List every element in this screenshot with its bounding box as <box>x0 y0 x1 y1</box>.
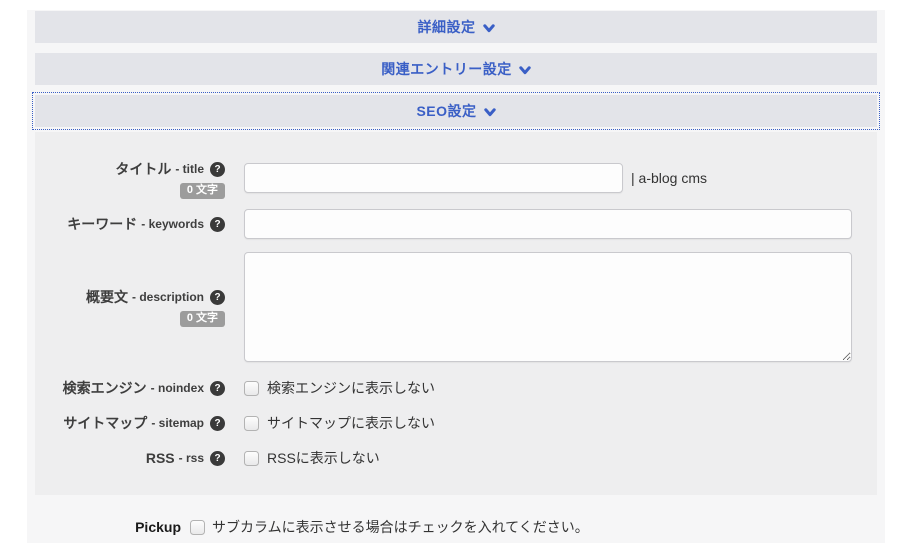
pickup-checkbox-label: サブカラムに表示させる場合はチェックを入れてください。 <box>212 517 589 537</box>
sitemap-field-row: サイトマップ - sitemap ? サイトマップに表示しない <box>35 414 854 432</box>
title-field-row: タイトル - title ? 0 文字 | a-blog cms <box>35 157 854 199</box>
sitemap-label-ja: サイトマップ <box>63 413 147 433</box>
description-field-row: 概要文 - description ? 0 文字 <box>35 252 854 362</box>
description-textarea[interactable] <box>244 252 852 362</box>
noindex-field-label: 検索エンジン - noindex ? <box>35 378 225 398</box>
title-site-suffix: | a-blog cms <box>631 170 707 186</box>
rss-label-en: - rss <box>179 451 204 465</box>
pickup-field-row: Pickup サブカラムに表示させる場合はチェックを入れてください。 <box>35 517 877 537</box>
seo-settings-panel: タイトル - title ? 0 文字 | a-blog cms キーワード -… <box>35 132 877 495</box>
title-field-label: タイトル - title ? 0 文字 <box>35 157 225 199</box>
accordion-detail-settings[interactable]: 詳細設定 <box>35 11 877 43</box>
help-icon[interactable]: ? <box>210 381 225 396</box>
help-icon[interactable]: ? <box>210 162 225 177</box>
sitemap-field-label: サイトマップ - sitemap ? <box>35 413 225 433</box>
title-label-ja: タイトル <box>115 159 171 179</box>
pickup-checkbox-control[interactable]: サブカラムに表示させる場合はチェックを入れてください。 <box>190 517 589 537</box>
keywords-input[interactable] <box>244 209 852 239</box>
noindex-checkbox-label: 検索エンジンに表示しない <box>267 378 435 398</box>
chevron-down-icon <box>519 66 531 75</box>
keywords-field-row: キーワード - keywords ? <box>35 209 854 239</box>
noindex-checkbox[interactable] <box>244 381 259 396</box>
sitemap-checkbox[interactable] <box>244 416 259 431</box>
rss-field-row: RSS - rss ? RSSに表示しない <box>35 449 854 467</box>
accordion-seo-settings[interactable]: SEO設定 <box>35 95 877 127</box>
rss-checkbox-control[interactable]: RSSに表示しない <box>244 448 380 468</box>
noindex-field-row: 検索エンジン - noindex ? 検索エンジンに表示しない <box>35 379 854 397</box>
rss-label-ja: RSS <box>146 450 175 466</box>
title-label-en: - title <box>175 162 204 176</box>
title-input[interactable] <box>244 163 623 193</box>
sitemap-label-en: - sitemap <box>151 416 204 430</box>
keywords-label-ja: キーワード <box>67 214 137 234</box>
noindex-checkbox-control[interactable]: 検索エンジンに表示しない <box>244 378 435 398</box>
help-icon[interactable]: ? <box>210 451 225 466</box>
help-icon[interactable]: ? <box>210 217 225 232</box>
rss-checkbox-label: RSSに表示しない <box>267 448 380 468</box>
keywords-field-label: キーワード - keywords ? <box>35 214 225 234</box>
description-label-ja: 概要文 <box>86 287 128 307</box>
sitemap-checkbox-label: サイトマップに表示しない <box>267 413 435 433</box>
entry-edit-page: 詳細設定 関連エントリー設定 SEO設定 タイトル - title ? 0 <box>27 10 885 543</box>
accordion-related-entry-settings-label: 関連エントリー設定 <box>381 59 512 79</box>
accordion-detail-settings-label: 詳細設定 <box>418 17 476 37</box>
noindex-label-en: - noindex <box>151 381 204 395</box>
title-char-counter-badge: 0 文字 <box>180 183 225 199</box>
help-icon[interactable]: ? <box>210 290 225 305</box>
sitemap-checkbox-control[interactable]: サイトマップに表示しない <box>244 413 435 433</box>
chevron-down-icon <box>483 24 495 33</box>
help-icon[interactable]: ? <box>210 416 225 431</box>
pickup-checkbox[interactable] <box>190 520 205 535</box>
chevron-down-icon <box>484 108 496 117</box>
pickup-label: Pickup <box>115 519 181 535</box>
description-char-counter-badge: 0 文字 <box>180 311 225 327</box>
rss-field-label: RSS - rss ? <box>35 450 225 466</box>
description-field-label: 概要文 - description ? 0 文字 <box>35 287 225 327</box>
keywords-label-en: - keywords <box>141 217 204 231</box>
description-label-en: - description <box>132 290 204 304</box>
accordion-seo-settings-label: SEO設定 <box>416 101 476 121</box>
rss-checkbox[interactable] <box>244 451 259 466</box>
noindex-label-ja: 検索エンジン <box>63 378 147 398</box>
accordion-related-entry-settings[interactable]: 関連エントリー設定 <box>35 53 877 85</box>
